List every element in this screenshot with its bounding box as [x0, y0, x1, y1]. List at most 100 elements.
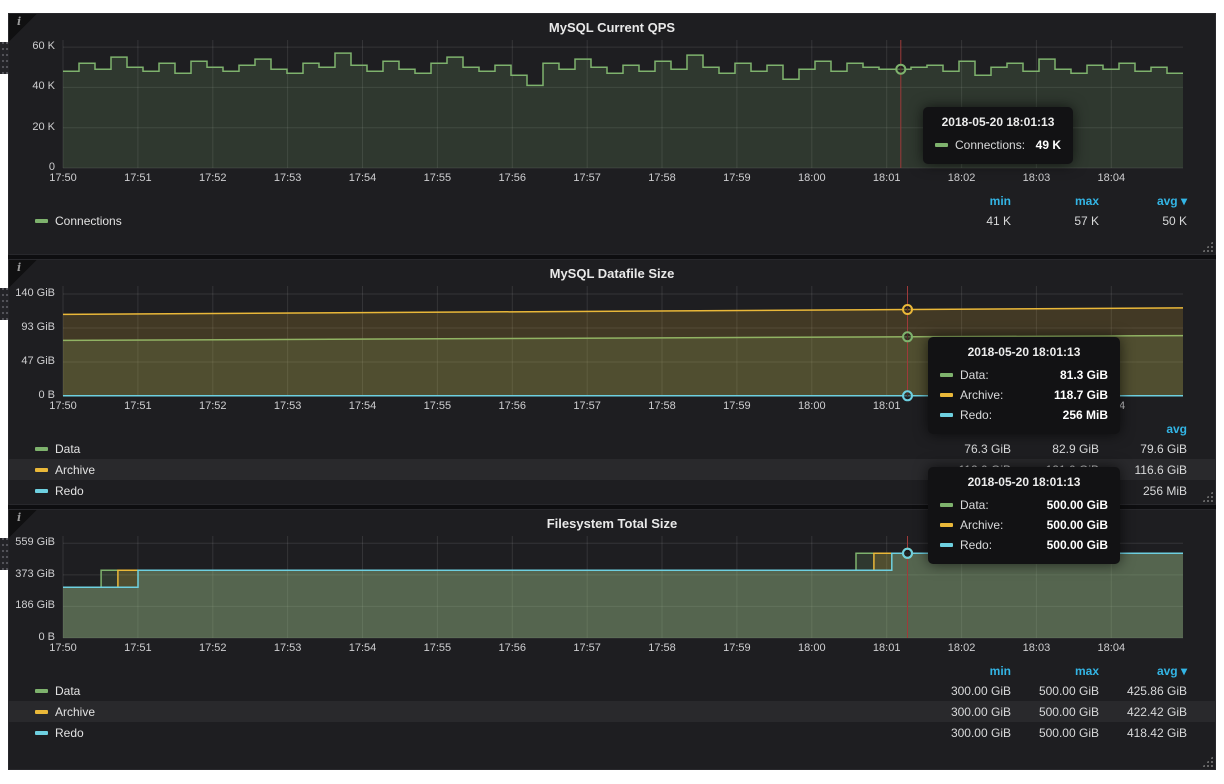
crosshair-point-marker [903, 305, 912, 314]
x-tick-label: 17:53 [274, 172, 302, 184]
x-axis: 17:5017:5117:5217:5317:5417:5517:5617:57… [63, 170, 1183, 187]
x-tick-label: 17:53 [274, 642, 302, 654]
series-color-dash-icon [940, 373, 953, 377]
info-icon: i [17, 511, 21, 524]
panel-resize-handle[interactable] [1202, 241, 1213, 252]
series-color-dash-icon [35, 689, 48, 693]
legend-header: minmaxavg ▾ [9, 664, 1215, 680]
x-tick-label: 17:59 [723, 642, 751, 654]
legend-sort-min[interactable]: min [923, 194, 1011, 208]
series-color-dash-icon [35, 731, 48, 735]
legend-sort-avg[interactable]: avg ▾ [1099, 664, 1187, 678]
legend-stat-value: 500.00 GiB [1011, 726, 1099, 740]
x-tick-label: 17:56 [499, 400, 527, 412]
row-drag-handle[interactable] [0, 288, 9, 320]
legend-sort-avg[interactable]: avg ▾ [1099, 194, 1187, 208]
panel-title[interactable]: Filesystem Total Size [547, 516, 678, 531]
legend-series-label[interactable]: Redo [35, 484, 923, 498]
legend-row: Archive300.00 GiB500.00 GiB422.42 GiB [9, 701, 1215, 722]
tooltip-series-value: 500.00 GiB [1047, 518, 1108, 532]
legend-series-label[interactable]: Data [35, 684, 923, 698]
tooltip-timestamp: 2018-05-20 18:01:13 [940, 345, 1108, 359]
legend-stat-value: 300.00 GiB [923, 684, 1011, 698]
panel-info-icon[interactable]: i [9, 260, 37, 288]
series-color-dash-icon [35, 447, 48, 451]
crosshair-point-marker [896, 65, 905, 74]
legend: minmaxavg ▾ Connections41 K57 K50 K [9, 194, 1215, 231]
x-tick-label: 18:00 [798, 172, 826, 184]
tooltip-series-value: 500.00 GiB [1047, 538, 1108, 552]
x-tick-label: 17:51 [124, 172, 152, 184]
tooltip-mysql-current-qps: 2018-05-20 18:01:13 Connections:49 K [923, 107, 1073, 164]
x-tick-label: 17:53 [274, 400, 302, 412]
legend-stat-value: 500.00 GiB [1011, 705, 1099, 719]
panel-title[interactable]: MySQL Current QPS [549, 20, 675, 35]
y-axis: 0 B186 GiB373 GiB559 GiB [9, 536, 63, 638]
x-tick-label: 17:54 [349, 400, 377, 412]
legend-stat-value: 41 K [923, 214, 1011, 228]
panel-info-icon[interactable]: i [9, 14, 37, 42]
legend-series-label[interactable]: Connections [35, 214, 923, 228]
tooltip-series-row: Data: 81.3 GiB [940, 365, 1108, 385]
legend-sort-max[interactable]: max [1011, 664, 1099, 678]
x-tick-label: 17:50 [49, 642, 77, 654]
x-axis: 17:5017:5117:5217:5317:5417:5517:5617:57… [63, 640, 1183, 657]
x-tick-label: 17:58 [648, 172, 676, 184]
series-color-dash-icon [35, 468, 48, 472]
row-drag-handle[interactable] [0, 538, 9, 570]
legend-stat-value: 418.42 GiB [1099, 726, 1187, 740]
x-tick-label: 17:52 [199, 642, 227, 654]
tooltip-series-row: Archive: 500.00 GiB [940, 515, 1108, 535]
x-tick-label: 17:59 [723, 400, 751, 412]
grafana-dashboard: i MySQL Current QPS 020 K40 K60 K 17:501… [8, 13, 1216, 770]
tooltip-series-row: Connections:49 K [935, 135, 1061, 155]
tooltip-series-row: Redo:256 MiB [940, 405, 1108, 425]
panel-resize-handle[interactable] [1202, 756, 1213, 767]
legend-stat-value: 300.00 GiB [923, 726, 1011, 740]
tooltip-series-name: Redo: [960, 538, 992, 552]
y-tick-label: 140 GiB [15, 287, 55, 299]
legend-series-label[interactable]: Redo [35, 726, 923, 740]
tooltip-series-name: Archive: [960, 518, 1003, 532]
x-tick-label: 17:52 [199, 172, 227, 184]
tooltip-series-row: Data:500.00 GiB [940, 495, 1108, 515]
tooltip-timestamp: 2018-05-20 18:01:13 [940, 475, 1108, 489]
legend-series-label[interactable]: Data [35, 442, 923, 456]
y-tick-label: 373 GiB [15, 568, 55, 580]
crosshair-point-marker [903, 332, 912, 341]
tooltip-series-value: 256 MiB [1063, 408, 1108, 422]
legend-stat-value: 79.6 GiB [1099, 442, 1187, 456]
legend-rows: Connections41 K57 K50 K [9, 210, 1215, 231]
legend-stat-value: 50 K [1099, 214, 1187, 228]
legend-series-label[interactable]: Archive [35, 705, 923, 719]
series-color-dash-icon [35, 219, 48, 223]
x-tick-label: 18:04 [1098, 172, 1126, 184]
legend-rows: Data300.00 GiB500.00 GiB425.86 GiBArchiv… [9, 680, 1215, 743]
x-tick-label: 17:57 [573, 642, 601, 654]
panel-title[interactable]: MySQL Datafile Size [550, 266, 675, 281]
panel-info-icon[interactable]: i [9, 510, 37, 538]
series-fill-redo [63, 553, 1183, 638]
legend-stat-value: 422.42 GiB [1099, 705, 1187, 719]
tooltip-series-name: Data: [960, 368, 989, 382]
legend-sort-max[interactable]: max [1011, 194, 1099, 208]
x-tick-label: 17:59 [723, 172, 751, 184]
tooltip-series-value: 500.00 GiB [1047, 498, 1108, 512]
row-drag-handle[interactable] [0, 42, 9, 74]
tooltip-series-name: Archive: [960, 388, 1003, 402]
legend-sort-min[interactable]: min [923, 664, 1011, 678]
info-icon: i [17, 15, 21, 28]
tooltip-filesystem-total-size: 2018-05-20 18:01:13 Data:500.00 GiBArchi… [928, 467, 1120, 564]
legend-series-label[interactable]: Archive [35, 463, 923, 477]
x-tick-label: 18:02 [948, 642, 976, 654]
x-tick-label: 18:00 [798, 400, 826, 412]
tooltip-series-value: 81.3 GiB [1060, 368, 1108, 382]
series-color-dash-icon [940, 503, 953, 507]
legend-row: Data300.00 GiB500.00 GiB425.86 GiB [9, 680, 1215, 701]
x-tick-label: 17:55 [424, 642, 452, 654]
legend-row: Redo300.00 GiB500.00 GiB418.42 GiB [9, 722, 1215, 743]
x-tick-label: 17:50 [49, 172, 77, 184]
legend: minmaxavg ▾ Data300.00 GiB500.00 GiB425.… [9, 664, 1215, 743]
series-color-dash-icon [940, 393, 953, 397]
series-color-dash-icon [940, 413, 953, 417]
